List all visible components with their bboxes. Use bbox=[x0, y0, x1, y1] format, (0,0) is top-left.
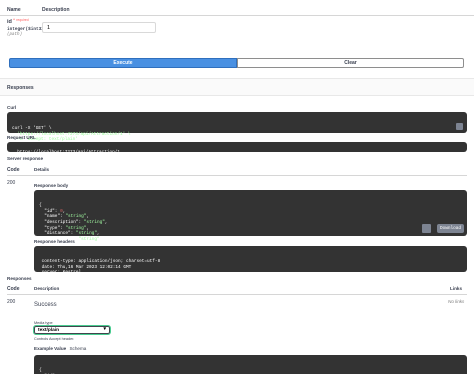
responses-col-description: Description bbox=[34, 286, 60, 291]
request-url-label: Request URL bbox=[7, 135, 36, 140]
tab-schema[interactable]: Schema bbox=[69, 346, 86, 351]
param-type: integer($int32) bbox=[7, 27, 47, 32]
parameters-table-header: Name Description bbox=[0, 0, 474, 16]
example-tabs: Example Value Schema bbox=[34, 346, 86, 351]
curl-label: Curl bbox=[7, 105, 17, 110]
response-headers-block: content-type: application/json; charset=… bbox=[34, 246, 467, 281]
param-name-cell: id * required bbox=[7, 17, 29, 25]
no-links-text: No links bbox=[448, 299, 465, 304]
clear-button[interactable]: Clear bbox=[237, 58, 464, 68]
execute-button[interactable]: Execute bbox=[9, 58, 237, 68]
example-value-block: { "id": 0, "name": "string", bbox=[34, 355, 467, 374]
response-body-label: Response body bbox=[34, 183, 69, 188]
col-name-header: Name bbox=[7, 7, 21, 13]
chevron-down-icon: ▾ bbox=[103, 326, 106, 332]
param-name: id bbox=[7, 19, 12, 25]
request-url-box: https://localhost:7273/api/Attraction/1 bbox=[7, 142, 467, 155]
response-description: Success bbox=[34, 302, 57, 308]
media-type-label: Media type bbox=[34, 321, 53, 325]
responses-heading: Responses bbox=[7, 85, 34, 91]
server-divider bbox=[7, 175, 467, 176]
controls-accept-note: Controls Accept header. bbox=[34, 337, 75, 341]
required-label: required bbox=[16, 18, 29, 22]
param-in: (path) bbox=[7, 33, 23, 37]
server-col-details: Details bbox=[34, 167, 50, 172]
required-mark: * bbox=[13, 17, 15, 22]
responses-divider bbox=[7, 294, 467, 295]
documented-status-code: 200 bbox=[7, 299, 16, 305]
response-body-block: { "id": 0, "name": "string", "descriptio… bbox=[34, 190, 467, 247]
responses-col-code: Code bbox=[7, 286, 20, 292]
copy-icon[interactable] bbox=[422, 224, 431, 233]
id-input[interactable]: 1 bbox=[42, 22, 156, 33]
response-header-line: transfer-encoding: Identity bbox=[39, 275, 113, 281]
server-response-label: Server response bbox=[7, 156, 44, 161]
copy-icon[interactable] bbox=[456, 123, 463, 130]
curl-code-block: curl -X 'GET' \ 'https://localhost:7273/… bbox=[7, 112, 467, 142]
media-type-select[interactable]: text/plain ▾ bbox=[33, 325, 111, 335]
media-type-value: text/plain bbox=[38, 328, 60, 333]
response-headers-label: Response headers bbox=[34, 239, 75, 244]
request-url-value: https://localhost:7273/api/Attraction/1 bbox=[17, 149, 121, 155]
server-status-code: 200 bbox=[7, 180, 16, 186]
responses-label: Responses bbox=[7, 276, 32, 281]
col-description-header: Description bbox=[42, 7, 70, 13]
responses-band: Responses bbox=[0, 78, 474, 96]
server-col-code: Code bbox=[7, 167, 20, 173]
tab-example-value[interactable]: Example Value bbox=[34, 346, 66, 351]
responses-col-links: Links bbox=[450, 286, 462, 291]
download-button[interactable]: Download bbox=[437, 224, 464, 233]
